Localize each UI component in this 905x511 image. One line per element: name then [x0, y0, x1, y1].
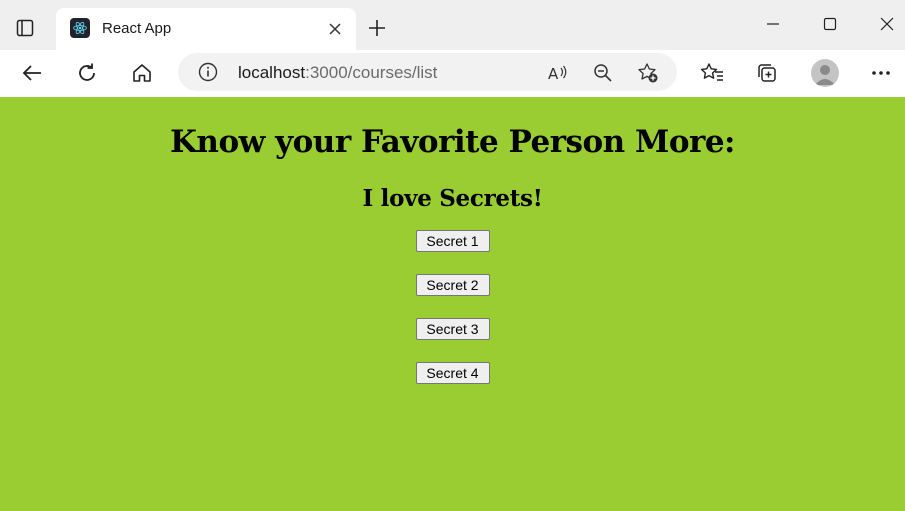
secret-4-button[interactable]: Secret 4	[415, 362, 490, 384]
secret-1-button[interactable]: Secret 1	[415, 230, 490, 252]
add-favorite-icon[interactable]	[637, 62, 659, 84]
browser-chrome: React App localhost:3000/courses/list A	[0, 0, 905, 97]
info-icon[interactable]	[198, 62, 218, 82]
read-aloud-icon[interactable]: A	[547, 62, 569, 84]
back-icon[interactable]	[19, 60, 45, 86]
page-subtitle: I love Secrets!	[362, 185, 543, 212]
profile-icon[interactable]	[811, 59, 839, 87]
url-path: :3000/courses/list	[305, 63, 438, 82]
secret-3-button[interactable]: Secret 3	[415, 318, 490, 340]
secret-buttons: Secret 1 Secret 2 Secret 3 Secret 4	[0, 230, 905, 406]
close-icon[interactable]	[324, 18, 346, 40]
browser-tab[interactable]: React App	[56, 8, 356, 50]
url-host: localhost	[238, 63, 306, 82]
address-url[interactable]: localhost:3000/courses/list	[238, 63, 437, 83]
plus-icon[interactable]	[366, 17, 388, 39]
page-content: Know your Favorite Person More: I love S…	[0, 98, 905, 511]
maximize-icon[interactable]	[818, 12, 842, 36]
zoom-out-icon[interactable]	[592, 62, 614, 84]
svg-text:A: A	[548, 65, 559, 83]
address-bar[interactable]: localhost:3000/courses/list A	[178, 53, 677, 91]
page-title: Know your Favorite Person More:	[169, 124, 736, 160]
close-window-icon[interactable]	[875, 12, 899, 36]
react-icon	[70, 18, 90, 38]
tab-actions-icon[interactable]	[12, 15, 38, 41]
secret-2-button[interactable]: Secret 2	[415, 274, 490, 296]
tab-strip: React App	[0, 0, 905, 50]
more-icon[interactable]	[868, 60, 894, 86]
tab-title: React App	[102, 20, 172, 37]
favorites-icon[interactable]	[699, 60, 725, 86]
collections-icon[interactable]	[754, 60, 780, 86]
minimize-icon[interactable]	[761, 12, 785, 36]
home-icon[interactable]	[129, 60, 155, 86]
reload-icon[interactable]	[74, 60, 100, 86]
navigation-toolbar: localhost:3000/courses/list A	[0, 50, 905, 97]
